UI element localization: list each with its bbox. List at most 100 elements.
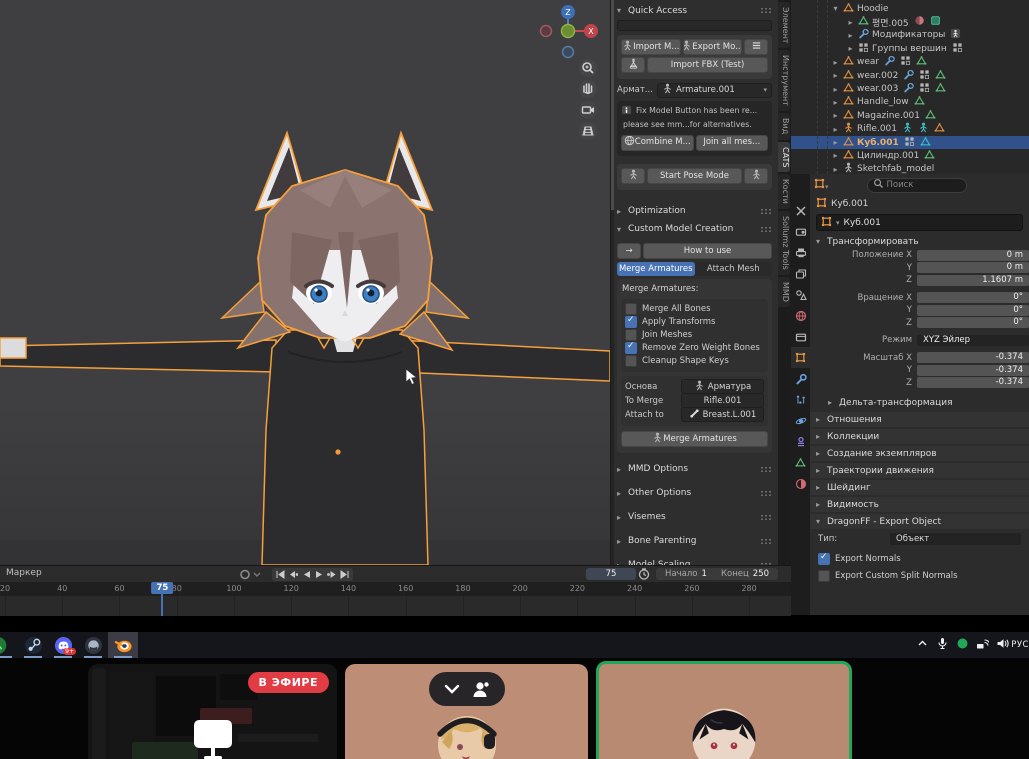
option-apply-transforms[interactable]: Apply Transforms <box>625 316 764 329</box>
section-model-scaling[interactable]: ▸Model Scaling <box>617 558 772 565</box>
expand-arrow-icon[interactable]: ▸ <box>846 31 855 40</box>
gray-app-taskbar-icon[interactable] <box>78 632 108 658</box>
volume-icon[interactable] <box>996 637 1009 653</box>
man-icon[interactable] <box>902 122 913 136</box>
tri-icon[interactable] <box>920 136 931 150</box>
section-дельта-трансформация[interactable]: ▸Дельта-трансформация <box>810 395 1029 410</box>
section-создание-экземпляров[interactable]: ▸Создание экземпляров <box>810 446 1029 461</box>
expand-arrow-icon[interactable]: ▾ <box>831 4 840 13</box>
expand-arrow-icon[interactable]: ▸ <box>831 58 840 67</box>
playhead-badge[interactable]: 75 <box>151 582 173 594</box>
properties-tab-world-icon[interactable] <box>791 305 810 326</box>
pose-icon-button-2[interactable] <box>744 168 768 184</box>
option-cleanup-shape-keys[interactable]: Cleanup Shape Keys <box>625 355 764 368</box>
mat-icon[interactable] <box>914 15 925 29</box>
value-field[interactable]: 0° <box>917 317 1029 328</box>
checkbox[interactable] <box>625 355 637 367</box>
microphone-icon[interactable] <box>936 637 949 653</box>
playback-controls[interactable] <box>272 568 353 581</box>
start-pose-mode-button[interactable]: Start Pose Mode <box>647 168 742 184</box>
tri-icon[interactable] <box>935 69 946 83</box>
vg-icon[interactable] <box>919 82 930 96</box>
breadcrumb[interactable]: Куб.001 <box>810 196 1029 211</box>
section-шейдинг[interactable]: ▸Шейдинг <box>810 480 1029 495</box>
tab-элемент[interactable]: Элемент <box>778 2 790 48</box>
play-button[interactable] <box>313 569 325 580</box>
expand-arrow-icon[interactable]: ▸ <box>846 44 855 53</box>
screen-share-card[interactable]: В ЭФИРЕ <box>88 664 337 759</box>
tri-icon[interactable] <box>924 149 935 163</box>
man-icon[interactable] <box>918 122 929 136</box>
value-field[interactable]: -0.374 <box>917 365 1029 376</box>
language-indicator[interactable]: РУС <box>1011 640 1029 650</box>
expand-arrow-icon[interactable]: ▸ <box>831 85 840 94</box>
menu-button[interactable] <box>744 39 768 55</box>
expand-arrow-icon[interactable]: ▸ <box>831 71 840 80</box>
section-other-options[interactable]: ▸Other Options <box>617 486 772 501</box>
section-отношения[interactable]: ▸Отношения <box>810 412 1029 427</box>
properties-tab-view-layer-icon[interactable] <box>791 263 810 284</box>
expand-arrow-icon[interactable]: ▸ <box>846 18 855 27</box>
panel-grip-icon[interactable] <box>760 208 772 215</box>
navigation-gizmo[interactable]: Z X <box>538 2 602 64</box>
properties-tab-tool-icon[interactable] <box>791 200 810 221</box>
export-model-button[interactable]: Export Mo... <box>683 39 743 55</box>
tri-icon[interactable] <box>935 82 946 96</box>
play-reverse-button[interactable] <box>300 569 312 580</box>
vg-icon[interactable] <box>919 69 930 83</box>
steam-taskbar-icon[interactable] <box>18 632 48 658</box>
value-field[interactable]: -0.374 <box>917 352 1029 363</box>
tri-icon[interactable] <box>916 55 927 69</box>
checkbox[interactable] <box>818 570 830 582</box>
section-transform[interactable]: ▾Трансформировать <box>810 234 1029 249</box>
wrench-icon[interactable] <box>884 55 895 69</box>
search-input[interactable]: Поиск <box>867 178 967 193</box>
value-field[interactable]: -0.374 <box>917 377 1029 388</box>
current-frame-field[interactable]: 75 <box>586 568 636 580</box>
viewport-tools[interactable] <box>576 58 600 144</box>
object-name-field[interactable]: ▾ Куб.001 <box>816 214 1023 231</box>
flask-button[interactable] <box>621 57 645 73</box>
checkbox[interactable] <box>625 342 637 354</box>
properties-tab-physics-icon[interactable] <box>791 410 810 431</box>
tab-mmd[interactable]: MMD <box>778 277 790 307</box>
expand-arrow-icon[interactable]: ▸ <box>831 98 840 107</box>
tab-инструмент[interactable]: Инструмент <box>778 50 790 111</box>
option-remove-zero-weight-bones[interactable]: Remove Zero Weight Bones <box>625 342 764 355</box>
properties-tab-output-icon[interactable] <box>791 242 810 263</box>
expand-arrow-icon[interactable]: ▸ <box>831 111 840 120</box>
properties-tab-scene-icon[interactable] <box>791 284 810 305</box>
panel-grip-icon[interactable] <box>760 7 772 14</box>
section-dragonff-export-object[interactable]: ▾DragonFF - Export Object <box>810 514 1029 529</box>
expand-arrow-icon[interactable]: ▸ <box>831 125 840 134</box>
Attach to-value[interactable]: Breast.L.001 <box>681 407 764 422</box>
frame-end-field[interactable]: Конец250 <box>712 568 778 580</box>
properties-tab-material-icon[interactable] <box>791 473 810 494</box>
Основа-value[interactable]: Арматура <box>681 379 764 394</box>
frame-start-field[interactable]: Начало1 <box>656 568 716 580</box>
chevron-up-icon[interactable] <box>916 637 929 653</box>
tab-merge-armatures[interactable]: Merge Armatures <box>617 262 695 276</box>
tri-icon[interactable] <box>914 95 925 109</box>
jump-to-start-button[interactable] <box>274 569 286 580</box>
wrench-icon[interactable] <box>903 69 914 83</box>
timeline-track[interactable] <box>0 596 791 616</box>
pose-icon-button[interactable] <box>621 168 645 184</box>
option-export-normals[interactable]: Export Normals <box>818 550 1021 567</box>
prev-keyframe-button[interactable] <box>287 569 299 580</box>
properties-tab-collection-icon[interactable] <box>791 326 810 347</box>
tri-icon[interactable] <box>934 122 945 136</box>
join-meshes-button[interactable]: Join all mes... <box>696 135 769 151</box>
properties-tab-particles-icon[interactable] <box>791 389 810 410</box>
properties-tab-object-data-icon[interactable] <box>791 452 810 473</box>
expand-arrow-icon[interactable]: ▸ <box>831 138 840 147</box>
checkbox[interactable] <box>818 553 830 565</box>
section-visemes[interactable]: ▸Visemes <box>617 510 772 525</box>
tex-icon[interactable] <box>930 15 941 29</box>
3d-viewport[interactable]: Z X <box>0 0 610 565</box>
option-join-meshes[interactable]: Join Meshes <box>625 329 764 342</box>
tab-вид[interactable]: Вид <box>778 113 790 139</box>
value-field[interactable]: 0° <box>917 292 1029 303</box>
clock-icon[interactable] <box>638 568 650 583</box>
section-видимость[interactable]: ▸Видимость <box>810 497 1029 512</box>
